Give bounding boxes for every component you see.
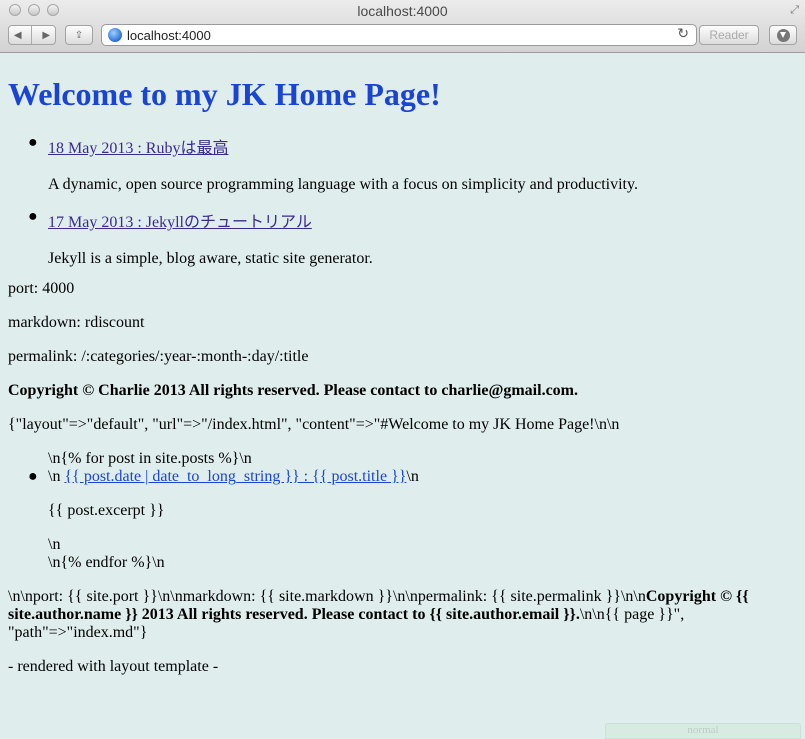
button-divider <box>31 26 33 44</box>
post-link[interactable]: 17 May 2013 : Jekyllのチュートリアル <box>48 214 312 231</box>
share-button[interactable]: ⇪ <box>65 25 93 45</box>
raw-endfor-line: \n{% endfor %}\n <box>48 554 165 571</box>
bullet-icon: ● <box>28 208 38 225</box>
post-excerpt: Jekyll is a simple, blog aware, static s… <box>48 250 373 267</box>
reload-icon[interactable]: ↻ <box>677 26 689 42</box>
bullet-icon: ● <box>28 468 38 485</box>
raw-dump-start: {"layout"=>"default", "url"=>"/index.htm… <box>8 416 620 433</box>
forward-icon[interactable]: ▶ <box>42 30 50 41</box>
raw-excerpt-line: {{ post.excerpt }} <box>48 502 165 519</box>
address-bar[interactable]: localhost:4000 ↻ <box>101 24 697 46</box>
window-title: localhost:4000 <box>357 3 448 19</box>
back-icon[interactable]: ◀ <box>14 30 22 41</box>
port-line: port: 4000 <box>8 280 75 297</box>
raw-dump-tail: \n\nport: {{ site.port }}\n\nmarkdown: {… <box>8 588 768 642</box>
fullscreen-icon[interactable]: ⤢ <box>790 3 799 17</box>
list-item: ● 17 May 2013 : Jekyllのチュートリアル Jekyll is… <box>28 208 373 268</box>
download-icon <box>776 28 790 42</box>
raw-tail-1: \n\nport: {{ site.port }}\n\nmarkdown: {… <box>8 588 646 605</box>
bullet-icon: ● <box>28 134 38 151</box>
back-forward-buttons: ◀ ▶ <box>8 25 56 45</box>
raw-newline-line: \n <box>48 536 61 553</box>
list-item: ● 18 May 2013 : Rubyは最高 A dynamic, open … <box>28 134 638 194</box>
footer-note: - rendered with layout template - <box>8 658 219 675</box>
status-badge: normal <box>605 723 801 739</box>
reader-button[interactable]: Reader <box>699 25 759 45</box>
permalink-line: permalink: /:categories/:year-:month-:da… <box>8 348 309 365</box>
globe-icon <box>108 28 122 42</box>
raw-item-suffix: \n <box>406 468 419 485</box>
post-link[interactable]: 18 May 2013 : Rubyは最高 <box>48 140 228 157</box>
web-page-content: Welcome to my JK Home Page! ● 18 May 201… <box>0 54 805 739</box>
page-heading: Welcome to my JK Home Page! <box>8 76 441 112</box>
raw-item-prefix: \n <box>48 468 65 485</box>
raw-item-line: \n {{ post.date | date_to_long_string }}… <box>48 468 419 486</box>
downloads-button[interactable] <box>769 25 797 45</box>
copyright-line: Copyright © Charlie 2013 All rights rese… <box>8 382 578 399</box>
markdown-line: markdown: rdiscount <box>8 314 145 331</box>
browser-toolbar: localhost:4000 ⤢ ◀ ▶ ⇪ localhost:4000 ↻ … <box>0 0 805 53</box>
post-excerpt: A dynamic, open source programming langu… <box>48 176 638 193</box>
template-post-link[interactable]: {{ post.date | date_to_long_string }} : … <box>64 468 406 485</box>
raw-for-line: \n{% for post in site.posts %}\n <box>48 450 252 467</box>
address-bar-url[interactable]: localhost:4000 <box>127 28 211 43</box>
share-icon: ⇪ <box>74 29 84 41</box>
